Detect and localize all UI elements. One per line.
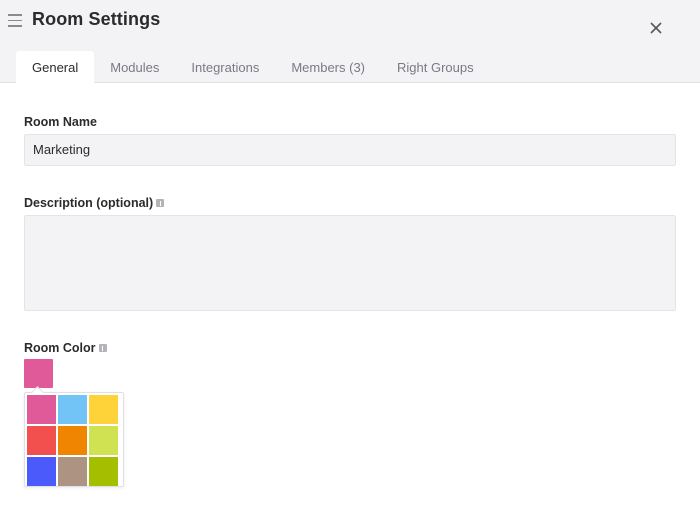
tab-modules[interactable]: Modules bbox=[94, 51, 175, 83]
close-button[interactable] bbox=[645, 17, 667, 39]
info-icon[interactable] bbox=[156, 199, 165, 207]
dialog-header: Room Settings General Modules Integratio… bbox=[0, 0, 700, 83]
description-textarea[interactable] bbox=[24, 215, 676, 311]
color-option-light-blue[interactable] bbox=[58, 395, 87, 424]
color-option-orange[interactable] bbox=[58, 426, 87, 455]
color-option-blue[interactable] bbox=[27, 457, 56, 486]
color-palette-popover bbox=[24, 392, 124, 487]
tab-integrations[interactable]: Integrations bbox=[175, 51, 275, 83]
description-label-text: Description (optional) bbox=[24, 196, 154, 210]
room-color-label-text: Room Color bbox=[24, 341, 96, 355]
color-option-pink[interactable] bbox=[27, 395, 56, 424]
room-color-swatch[interactable] bbox=[24, 359, 53, 388]
tab-general[interactable]: General bbox=[16, 51, 95, 83]
color-option-yellow[interactable] bbox=[89, 395, 118, 424]
close-icon bbox=[650, 22, 662, 34]
tab-members[interactable]: Members (3) bbox=[275, 51, 381, 83]
hamburger-menu-icon[interactable] bbox=[8, 14, 22, 28]
color-option-lime[interactable] bbox=[89, 426, 118, 455]
tab-bar: General Modules Integrations Members (3)… bbox=[16, 51, 490, 83]
color-option-red[interactable] bbox=[27, 426, 56, 455]
room-name-input[interactable]: Marketing bbox=[24, 134, 676, 166]
room-color-label: Room Color bbox=[24, 341, 107, 355]
color-option-olive[interactable] bbox=[89, 457, 118, 486]
description-label: Description (optional) bbox=[24, 196, 165, 210]
color-option-taupe[interactable] bbox=[58, 457, 87, 486]
room-name-label: Room Name bbox=[24, 115, 97, 129]
tab-right-groups[interactable]: Right Groups bbox=[381, 51, 490, 83]
info-icon[interactable] bbox=[98, 344, 107, 352]
room-name-label-text: Room Name bbox=[24, 115, 97, 129]
page-title: Room Settings bbox=[32, 9, 161, 29]
